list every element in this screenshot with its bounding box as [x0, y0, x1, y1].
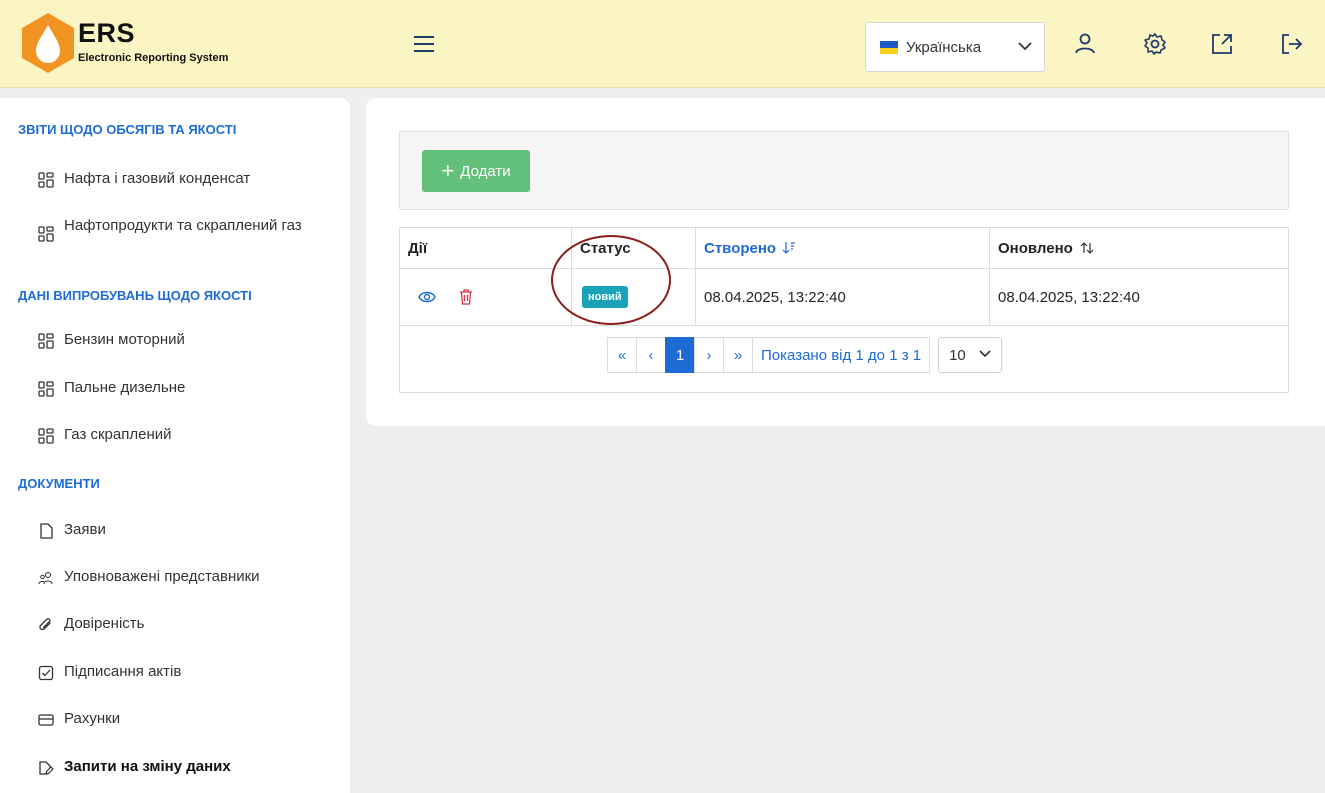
sidebar-item-label: Бензин моторний [64, 331, 185, 348]
column-header-actions: Дії [400, 228, 572, 268]
sidebar-item-representatives[interactable]: Уповноважені представники [38, 568, 260, 586]
grid-icon [38, 428, 54, 444]
grid-icon [38, 172, 54, 188]
pagination-info: Показано від 1 до 1 з 1 [752, 337, 931, 373]
column-header-status: Статус [572, 228, 696, 268]
toolbar: + Додати [399, 131, 1289, 210]
sidebar-item-label: Газ скраплений [64, 426, 172, 443]
external-link-icon[interactable] [1210, 32, 1234, 56]
sidebar-item-label: Рахунки [64, 710, 121, 727]
sidebar-item-invoices[interactable]: Рахунки [38, 710, 120, 728]
add-button[interactable]: + Додати [422, 150, 530, 192]
column-header-updated-label: Оновлено [998, 239, 1073, 257]
table-row: новий 08.04.2025, 13:22:40 08.04.2025, 1… [400, 269, 1288, 326]
grid-icon [38, 226, 54, 242]
sidebar-section-quality-tests: ДАНІ ВИПРОБУВАНЬ ЩОДО ЯКОСТІ [18, 288, 252, 303]
edit-file-icon [39, 761, 54, 775]
sidebar-item-sign-acts[interactable]: Підписання актів [38, 663, 181, 681]
logout-icon[interactable] [1280, 32, 1304, 56]
pagination: « ‹ 1 › » Показано від 1 до 1 з 1 10 [607, 337, 1003, 373]
table-header-row: Дії Статус Створено Оновлено [400, 228, 1288, 269]
language-select[interactable]: Українська [865, 22, 1045, 72]
add-button-label: Додати [460, 162, 511, 180]
sidebar-item-label: Довіреність [64, 615, 145, 632]
column-header-created-label: Створено [704, 239, 777, 257]
language-label: Українська [906, 39, 982, 56]
users-icon [38, 571, 53, 585]
sidebar-item-petroleum-products[interactable]: Нафтопродукти та скраплений газ [38, 216, 308, 242]
row-actions [400, 269, 572, 325]
grid-icon [38, 381, 54, 397]
row-status: новий [572, 269, 696, 325]
status-badge: новий [582, 286, 628, 308]
page-prev-button[interactable]: ‹ [636, 337, 666, 373]
row-created: 08.04.2025, 13:22:40 [696, 269, 990, 325]
sidebar-item-label: Нафта і газовий конденсат [64, 170, 251, 187]
menu-icon[interactable] [414, 36, 434, 52]
sidebar-item-label: Запити на зміну даних [64, 758, 231, 775]
sidebar-item-power-of-attorney[interactable]: Довіреність [38, 615, 144, 633]
sidebar-item-gasoline[interactable]: Бензин моторний [38, 331, 185, 349]
app-header: ERS Electronic Reporting System Українсь… [0, 0, 1325, 88]
page-size-select[interactable]: 10 [938, 337, 1003, 373]
logo[interactable]: ERS Electronic Reporting System [20, 12, 270, 74]
sort-icon [1080, 242, 1094, 254]
sidebar-section-documents: ДОКУМЕНТИ [18, 476, 100, 491]
sort-desc-icon [782, 242, 796, 254]
requests-table: Дії Статус Створено Оновлено новий 08.04… [399, 227, 1289, 393]
file-icon [40, 523, 53, 539]
chevron-down-icon [979, 350, 991, 358]
sidebar-item-label: Нафтопродукти та скраплений газ [64, 217, 302, 234]
page-first-button[interactable]: « [607, 337, 637, 373]
column-header-created[interactable]: Створено [696, 228, 990, 268]
checkbox-icon [38, 665, 54, 681]
view-eye-icon[interactable] [418, 290, 436, 304]
page-current-button[interactable]: 1 [665, 337, 695, 373]
sidebar-section-reports: ЗВІТИ ЩОДО ОБСЯГІВ ТА ЯКОСТІ [18, 122, 237, 137]
chevron-down-icon [1018, 42, 1032, 51]
ukraine-flag-icon [880, 41, 898, 54]
logo-title: ERS [78, 18, 136, 48]
sidebar-item-lpg[interactable]: Газ скраплений [38, 426, 172, 444]
column-header-updated[interactable]: Оновлено [990, 228, 1288, 268]
page-size-value: 10 [949, 346, 966, 364]
card-icon [38, 714, 54, 726]
sidebar-item-label: Підписання актів [64, 663, 182, 680]
delete-trash-icon[interactable] [458, 288, 474, 306]
sidebar-item-label: Уповноважені представники [64, 568, 260, 585]
sidebar-item-diesel[interactable]: Пальне дизельне [38, 379, 185, 397]
sidebar-item-oil-condensate[interactable]: Нафта і газовий конденсат [38, 170, 250, 188]
sidebar-item-label: Заяви [64, 521, 106, 538]
page-last-button[interactable]: » [723, 337, 753, 373]
user-icon[interactable] [1073, 32, 1097, 56]
gear-icon[interactable] [1143, 32, 1167, 56]
paperclip-icon [39, 618, 51, 631]
page-next-button[interactable]: › [694, 337, 724, 373]
sidebar: ЗВІТИ ЩОДО ОБСЯГІВ ТА ЯКОСТІ Нафта і газ… [0, 98, 350, 793]
sidebar-item-data-change-requests[interactable]: Запити на зміну даних [38, 758, 231, 776]
logo-drop-icon [22, 13, 74, 73]
sidebar-item-label: Пальне дизельне [64, 379, 186, 396]
logo-subtitle: Electronic Reporting System [78, 52, 229, 64]
plus-icon: + [441, 158, 455, 183]
grid-icon [38, 333, 54, 349]
row-updated: 08.04.2025, 13:22:40 [998, 288, 1140, 306]
content-card: + Додати Дії Статус Створено Оновлено но… [366, 98, 1325, 426]
sidebar-item-applications[interactable]: Заяви [38, 521, 106, 539]
